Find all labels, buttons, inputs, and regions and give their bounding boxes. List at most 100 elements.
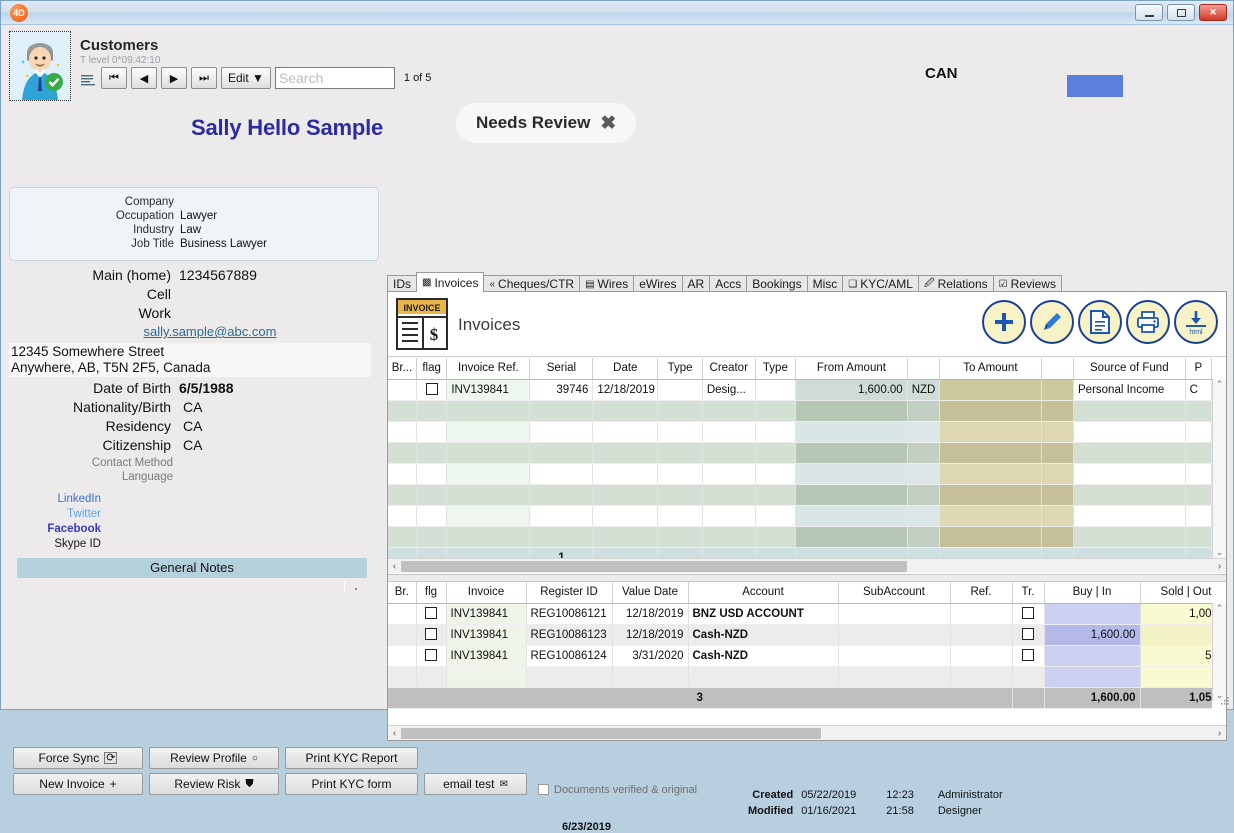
col-br[interactable]: Br. xyxy=(388,582,417,604)
close-status-icon[interactable]: ✖ xyxy=(600,112,616,135)
row-flag-checkbox[interactable] xyxy=(425,627,437,640)
col-br[interactable]: Br... xyxy=(388,358,417,380)
invoices-grid-horizontal-scrollbar[interactable]: ‹ › xyxy=(388,558,1226,573)
field-value[interactable]: CA xyxy=(183,399,202,415)
row-flag-checkbox[interactable] xyxy=(425,382,438,395)
col-sold-out[interactable]: Sold | Out xyxy=(1140,582,1212,604)
social-link-facebook[interactable]: Facebook xyxy=(9,523,101,535)
grid-splitter[interactable] xyxy=(388,574,1226,582)
table-row-empty[interactable] xyxy=(388,505,1212,527)
edit-menu-button[interactable]: Edit ▼ xyxy=(221,67,271,89)
cell-flg[interactable] xyxy=(416,645,447,667)
review-profile-button[interactable]: Review Profile ○ xyxy=(149,747,279,769)
col-from-amount[interactable]: From Amount xyxy=(795,358,908,380)
col-flag[interactable]: flag xyxy=(416,358,448,380)
scroll-left-icon[interactable]: ‹ xyxy=(388,561,401,572)
list-view-icon[interactable] xyxy=(81,70,97,86)
tab-relations[interactable]: 🖉 Relations xyxy=(917,275,994,292)
field-value[interactable]: Lawyer xyxy=(180,210,217,222)
col-value-date[interactable]: Value Date xyxy=(612,582,689,604)
row-tr-checkbox[interactable] xyxy=(1022,606,1034,619)
avatar[interactable] xyxy=(9,31,71,101)
close-button[interactable]: ✕ xyxy=(1199,4,1227,21)
social-link-twitter[interactable]: Twitter xyxy=(9,508,101,520)
col-subaccount[interactable]: SubAccount xyxy=(838,582,951,604)
cell-tr[interactable] xyxy=(1012,624,1045,646)
scroll-left-icon[interactable]: ‹ xyxy=(388,728,401,739)
tab-ar[interactable]: AR xyxy=(681,275,711,292)
tab-bookings[interactable]: Bookings xyxy=(746,275,808,292)
scroll-right-icon[interactable]: › xyxy=(1213,561,1226,572)
col-p[interactable]: P xyxy=(1185,358,1212,380)
email-test-button[interactable]: email test ✉ xyxy=(424,773,527,795)
row-tr-checkbox[interactable] xyxy=(1022,648,1034,661)
col-invoice-ref[interactable]: Invoice Ref. xyxy=(446,358,531,380)
field-value[interactable]: 6/5/1988 xyxy=(179,380,234,396)
maximize-button[interactable] xyxy=(1167,4,1195,21)
cell-tr[interactable] xyxy=(1012,603,1045,625)
new-invoice-button[interactable]: New Invoice + xyxy=(13,773,143,795)
scroll-thumb[interactable] xyxy=(401,560,907,572)
register-grid-vertical-scrollbar[interactable]: ⌃ ⌄ xyxy=(1212,603,1226,701)
tab-misc[interactable]: Misc xyxy=(806,275,844,292)
col-flg[interactable]: flg xyxy=(416,582,447,604)
cell-tr[interactable] xyxy=(1012,645,1045,667)
document-invoice-button[interactable] xyxy=(1078,300,1122,344)
tab-invoices[interactable]: ▩ Invoices xyxy=(416,272,485,292)
tab-reviews[interactable]: ☑ Reviews xyxy=(992,275,1062,292)
address-block[interactable]: 12345 Somewhere Street Anywhere, AB, T5N… xyxy=(9,343,371,377)
scroll-up-icon[interactable]: ⌃ xyxy=(1216,379,1224,390)
next-record-button[interactable]: ▶ xyxy=(161,67,187,89)
last-record-button[interactable]: ⏭ xyxy=(191,67,217,89)
register-grid[interactable]: Br. flg Invoice Register ID Value Date A… xyxy=(388,582,1226,740)
previous-record-button[interactable]: ◀ xyxy=(131,67,157,89)
email-link[interactable]: sally.sample@abc.com xyxy=(144,324,277,339)
row-flag-checkbox[interactable] xyxy=(425,606,437,619)
scroll-up-icon[interactable]: ⌃ xyxy=(1216,603,1224,614)
scroll-down-icon[interactable]: ⌄ xyxy=(1216,547,1224,558)
table-row-empty[interactable] xyxy=(388,442,1212,464)
table-row-empty[interactable] xyxy=(388,400,1212,422)
cell-flg[interactable] xyxy=(416,624,447,646)
add-invoice-button[interactable] xyxy=(982,300,1026,344)
col-buy-in[interactable]: Buy | In xyxy=(1044,582,1141,604)
col-type-2[interactable]: Type xyxy=(755,358,797,380)
tab-kyc-aml[interactable]: ❏ KYC/AML xyxy=(842,275,919,292)
row-flag-checkbox[interactable] xyxy=(425,648,437,661)
col-to-amount[interactable]: To Amount xyxy=(939,358,1042,380)
col-type-1[interactable]: Type xyxy=(657,358,703,380)
col-creator[interactable]: Creator xyxy=(702,358,756,380)
print-kyc-form-button[interactable]: Print KYC form xyxy=(285,773,418,795)
tab-ewires[interactable]: eWires xyxy=(633,275,683,292)
field-value[interactable]: 1234567889 xyxy=(179,267,257,283)
row-tr-checkbox[interactable] xyxy=(1022,627,1034,640)
col-tr[interactable]: Tr. xyxy=(1012,582,1045,604)
invoices-grid[interactable]: Br... flag Invoice Ref. Serial Date Type… xyxy=(388,358,1226,573)
table-row-empty[interactable] xyxy=(388,484,1212,506)
social-link-skype[interactable]: Skype ID xyxy=(9,538,101,550)
force-sync-button[interactable]: Force Sync ⟳ xyxy=(13,747,143,769)
field-value[interactable]: CA xyxy=(183,437,202,453)
col-source-of-fund[interactable]: Source of Fund xyxy=(1073,358,1186,380)
tab-ids[interactable]: IDs xyxy=(387,275,417,292)
edit-invoice-button[interactable] xyxy=(1030,300,1074,344)
export-html-button[interactable]: html xyxy=(1174,300,1218,344)
table-row[interactable]: INV139841 REG10086123 12/18/2019 Cash-NZ… xyxy=(388,624,1212,646)
tab-accs[interactable]: Accs xyxy=(709,275,748,292)
status-badge[interactable]: Needs Review ✖ xyxy=(456,103,637,143)
invoices-grid-vertical-scrollbar[interactable]: ⌃ ⌄ xyxy=(1212,379,1226,558)
table-row[interactable]: INV139841 REG10086121 12/18/2019 BNZ USD… xyxy=(388,603,1212,625)
scroll-right-icon[interactable]: › xyxy=(1213,728,1226,739)
print-invoice-button[interactable] xyxy=(1126,300,1170,344)
window-resize-grip[interactable] xyxy=(1220,696,1230,706)
field-value[interactable]: CA xyxy=(183,418,202,434)
first-record-button[interactable]: ⏮ xyxy=(101,67,127,89)
col-register-id[interactable]: Register ID xyxy=(526,582,613,604)
social-link-linkedin[interactable]: LinkedIn xyxy=(9,493,101,505)
cell-flag[interactable] xyxy=(416,379,448,401)
search-input[interactable]: Search xyxy=(274,67,395,89)
col-ref[interactable]: Ref. xyxy=(950,582,1013,604)
table-row-empty[interactable] xyxy=(388,463,1212,485)
documents-verified-checkbox[interactable] xyxy=(538,784,549,795)
documents-verified-row[interactable]: Documents verified & original xyxy=(538,784,697,796)
